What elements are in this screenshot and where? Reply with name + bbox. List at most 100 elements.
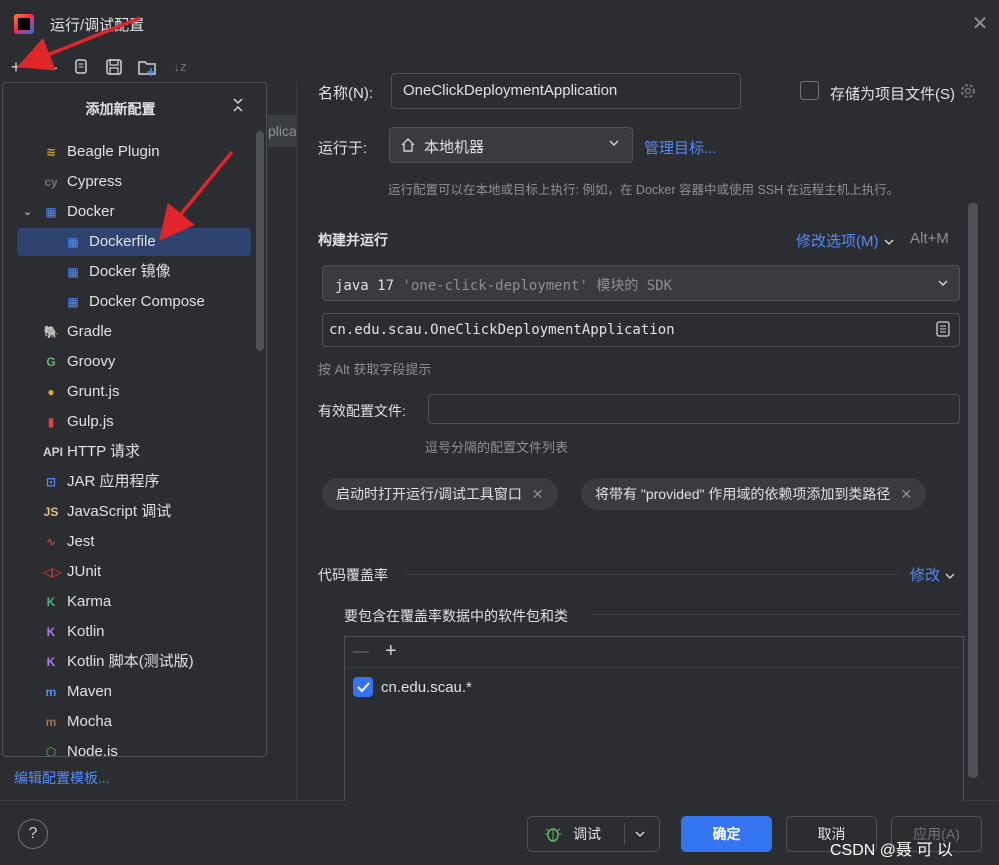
groovy-icon: G bbox=[46, 355, 56, 369]
chevron-down-icon bbox=[944, 570, 956, 582]
manage-targets-link[interactable]: 管理目标... bbox=[644, 137, 717, 158]
config-type-dockerfile[interactable]: ▦ Dockerfile bbox=[17, 228, 251, 256]
config-type-label: Kotlin bbox=[67, 623, 105, 640]
name-field[interactable]: OneClickDeploymentApplication bbox=[391, 73, 741, 109]
grunt-icon: ● bbox=[47, 385, 55, 399]
config-type-label: JUnit bbox=[67, 563, 102, 580]
chip-label: 将带有 "provided" 作用域的依赖项添加到类路径 bbox=[595, 486, 891, 502]
edit-templates-link[interactable]: 编辑配置模板... bbox=[14, 768, 110, 788]
jdk-value: java 17 'one-click-deployment' 模块的 SDK bbox=[335, 275, 672, 295]
coverage-modify-label: 修改 bbox=[910, 567, 941, 584]
run-on-hint: 运行配置可以在本地或目标上执行: 例如，在 Docker 容器中或使用 SSH … bbox=[388, 183, 900, 197]
sort-icon[interactable]: ↓z bbox=[169, 56, 191, 78]
chevron-down-icon bbox=[937, 277, 949, 289]
modify-options-label: 修改选项(M) bbox=[796, 233, 879, 250]
ok-button[interactable]: 确定 bbox=[681, 816, 772, 852]
csdn-watermark: CSDN @聂 可 以 bbox=[830, 842, 953, 859]
chip-label: 启动时打开运行/调试工具窗口 bbox=[336, 486, 522, 502]
remove-icon[interactable]: — bbox=[353, 643, 369, 661]
jar-icon: ⊡ bbox=[45, 475, 57, 489]
config-type-label: Docker 镜像 bbox=[89, 263, 171, 280]
active-profiles-field[interactable] bbox=[428, 394, 960, 424]
remove-icon[interactable]: — bbox=[37, 56, 59, 78]
add-icon[interactable]: + bbox=[385, 640, 397, 663]
config-type-label: JavaScript 调试 bbox=[67, 503, 172, 520]
run-on-value: 本地机器 bbox=[424, 139, 485, 156]
config-type-label: Grunt.js bbox=[67, 383, 120, 400]
store-as-file-checkbox[interactable] bbox=[800, 81, 819, 100]
jdk-module: 'one-click-deployment' bbox=[402, 278, 588, 294]
gear-icon[interactable] bbox=[958, 81, 978, 101]
coverage-patterns-table: — + cn.edu.scau.* bbox=[344, 636, 964, 801]
popup-title: 添加新配置 bbox=[85, 101, 156, 117]
name-label: 名称(N): bbox=[318, 85, 373, 102]
chevron-down-icon bbox=[608, 137, 620, 149]
config-type-label: Gulp.js bbox=[67, 413, 114, 430]
panel-divider bbox=[296, 82, 297, 800]
home-icon bbox=[400, 137, 416, 153]
save-icon[interactable] bbox=[103, 56, 125, 78]
docker-icon: ▦ bbox=[45, 205, 57, 219]
beagle-icon: ≋ bbox=[45, 145, 57, 159]
docker-icon: ▦ bbox=[67, 295, 79, 309]
cypress-icon: cy bbox=[44, 175, 58, 189]
debug-label: 调试 bbox=[573, 826, 601, 842]
remove-chip-icon[interactable]: ✕ bbox=[900, 486, 912, 502]
mocha-icon: m bbox=[45, 715, 57, 729]
config-type-label: HTTP 请求 bbox=[67, 443, 141, 460]
form-scrollbar[interactable] bbox=[968, 203, 978, 778]
window-title: 运行/调试配置 bbox=[50, 17, 145, 34]
coverage-modify-link[interactable]: 修改 bbox=[910, 564, 956, 585]
hidden-config-tab: plica bbox=[268, 115, 296, 147]
coverage-separator bbox=[405, 574, 900, 575]
add-icon[interactable]: + bbox=[5, 56, 27, 78]
kotlin-icon: K bbox=[46, 655, 56, 669]
option-chip-open-tool-window[interactable]: 启动时打开运行/调试工具窗口 ✕ bbox=[322, 478, 558, 510]
gulp-icon: ▮ bbox=[47, 415, 55, 429]
browse-class-icon[interactable] bbox=[935, 321, 951, 337]
config-type-label: Jest bbox=[67, 533, 95, 550]
docker-icon: ▦ bbox=[67, 265, 79, 279]
debug-button[interactable]: 调试 bbox=[527, 816, 660, 852]
option-chip-provided-scope[interactable]: 将带有 "provided" 作用域的依赖项添加到类路径 ✕ bbox=[581, 478, 927, 510]
coverage-title: 代码覆盖率 bbox=[318, 567, 388, 583]
split-divider bbox=[624, 823, 625, 845]
chevron-down-icon bbox=[883, 236, 895, 248]
collapse-icon[interactable] bbox=[231, 97, 245, 113]
nodejs-icon: ⬡ bbox=[45, 745, 57, 757]
remove-chip-icon[interactable]: ✕ bbox=[532, 486, 544, 502]
modify-options-link[interactable]: 修改选项(M) bbox=[796, 230, 895, 251]
karma-icon: K bbox=[46, 595, 56, 609]
bug-icon bbox=[544, 825, 562, 843]
kotlin-icon: K bbox=[46, 625, 56, 639]
close-icon[interactable]: ✕ bbox=[970, 14, 990, 34]
include-title: 要包含在覆盖率数据中的软件包和类 bbox=[344, 608, 568, 624]
chevron-down-icon[interactable]: ⌄ bbox=[23, 198, 32, 226]
copy-icon[interactable] bbox=[70, 56, 92, 78]
run-on-dropdown[interactable]: 本地机器 bbox=[389, 127, 633, 163]
add-configuration-popup: 添加新配置 ≋ Beagle Plugin cy Cypress ⌄ ▦ Docker ▦ Do… bbox=[2, 82, 267, 757]
js-icon: JS bbox=[43, 505, 59, 519]
jdk-version: java 17 bbox=[335, 278, 395, 294]
profiles-hint: 逗号分隔的配置文件列表 bbox=[425, 440, 569, 455]
config-type-label: Cypress bbox=[67, 173, 123, 190]
config-type-label: Mocha bbox=[67, 713, 113, 730]
alt-hint: 按 Alt 获取字段提示 bbox=[318, 362, 432, 377]
config-type-label: Dockerfile bbox=[89, 233, 156, 250]
popup-scrollbar[interactable] bbox=[256, 131, 264, 351]
jdk-dropdown[interactable]: java 17 'one-click-deployment' 模块的 SDK bbox=[322, 265, 960, 301]
config-type-label: Groovy bbox=[67, 353, 116, 370]
config-type-label: Karma bbox=[67, 593, 112, 610]
new-folder-icon[interactable] bbox=[136, 56, 158, 78]
title-bar bbox=[0, 0, 999, 48]
config-type-label: Beagle Plugin bbox=[67, 143, 160, 160]
jest-icon: ∿ bbox=[45, 535, 57, 549]
docker-icon: ▦ bbox=[67, 235, 79, 249]
main-class-field[interactable]: cn.edu.scau.OneClickDeploymentApplicatio… bbox=[322, 313, 960, 347]
table-toolbar: — + bbox=[345, 637, 963, 668]
store-as-file-label: 存储为项目文件(S) bbox=[830, 86, 955, 103]
configuration-type-list: ≋ Beagle Plugin cy Cypress ⌄ ▦ Docker ▦ Dockerfi… bbox=[3, 138, 253, 757]
help-button[interactable]: ? bbox=[18, 819, 48, 849]
pattern-checkbox[interactable] bbox=[353, 677, 373, 697]
chevron-down-icon[interactable] bbox=[634, 828, 646, 840]
